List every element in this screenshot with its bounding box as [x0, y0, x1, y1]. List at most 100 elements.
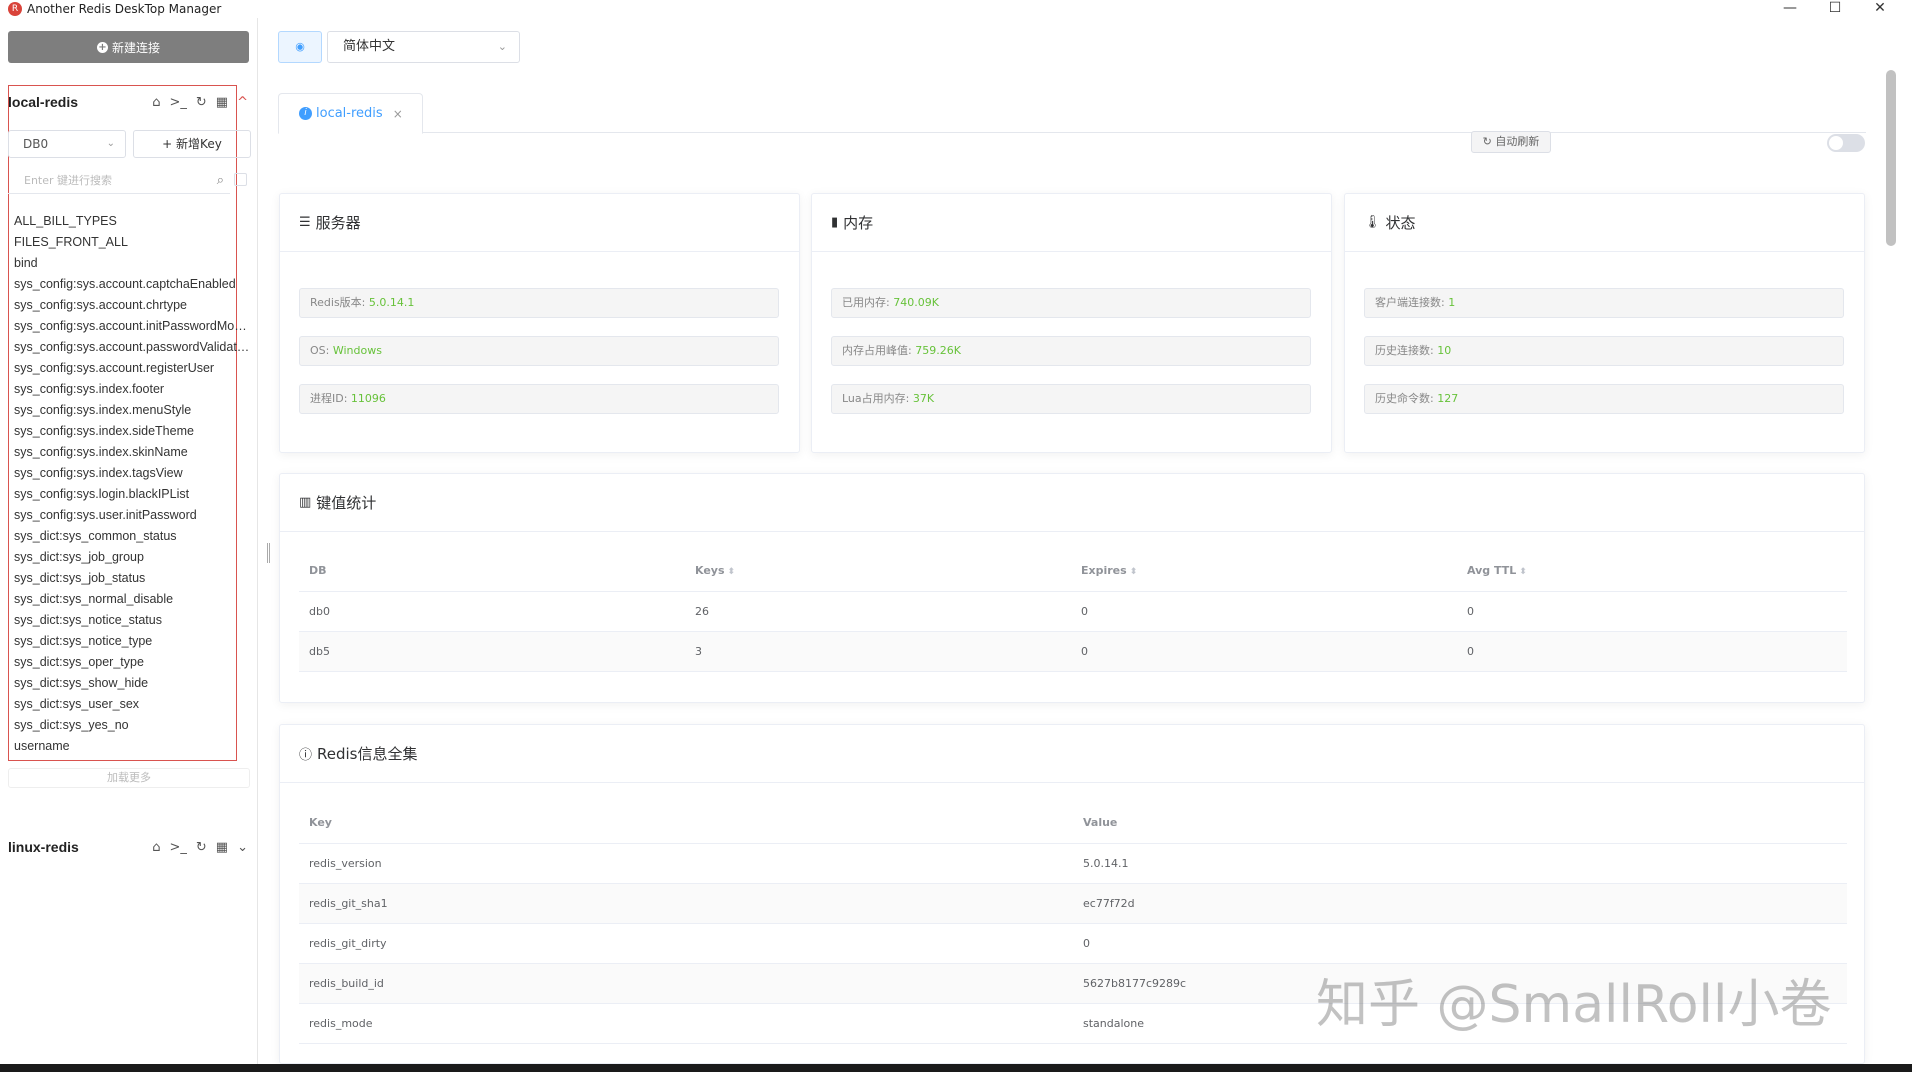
key-stats-card: ▥ 键值统计 DB Keys ⬍ Expires ⬍ Avg TTL ⬍ db0 26 — [279, 473, 1865, 703]
db-select[interactable]: DB0 ⌄ — [8, 130, 126, 158]
auto-refresh-toggle[interactable] — [1827, 134, 1865, 152]
key-list-item[interactable]: ALL_BILL_TYPES — [14, 211, 250, 232]
stat-label: 进程ID: — [310, 392, 351, 405]
key-list-item[interactable]: FILES_FRONT_ALL — [14, 232, 250, 253]
table-cell: 0 — [1071, 631, 1457, 672]
stat-value: 10 — [1437, 344, 1452, 357]
info-icon: i — [299, 107, 312, 120]
stat-label: Redis版本: — [310, 296, 369, 309]
table-cell: 3 — [685, 631, 1071, 672]
key-list-item[interactable]: sys_config:sys.index.footer — [14, 379, 250, 400]
table-cell: 0 — [1457, 631, 1847, 672]
refresh-icon: ↻ — [1482, 135, 1496, 148]
table-cell: db5 — [299, 631, 685, 672]
sort-icon[interactable]: ⬍ — [728, 567, 736, 577]
key-list-item[interactable]: sys_config:sys.index.menuStyle — [14, 400, 250, 421]
key-list-item[interactable]: sys_config:sys.account.passwordValidateD… — [14, 337, 250, 358]
key-list-item[interactable]: sys_config:sys.account.chrtype — [14, 295, 250, 316]
connection-name: linux-redis — [8, 839, 79, 855]
redis-info-title: Redis信息全集 — [317, 745, 418, 763]
maximize-button[interactable]: ☐ — [1815, 0, 1855, 18]
column-header-db[interactable]: DB — [299, 551, 685, 592]
chevron-down-icon[interactable]: ⌄ — [237, 840, 248, 855]
home-icon[interactable]: ⌂ — [152, 95, 160, 110]
home-icon[interactable]: ⌂ — [152, 840, 160, 855]
connection-header-local-redis[interactable]: local-redis ⌂ >_ ↻ ▦ ^ — [8, 90, 250, 114]
key-list-item[interactable]: sys_dict:sys_normal_disable — [14, 589, 250, 610]
sort-icon[interactable]: ⬍ — [1519, 567, 1527, 577]
column-header-keys[interactable]: Keys ⬍ — [685, 551, 1071, 592]
key-list-item[interactable]: sys_config:sys.account.registerUser — [14, 358, 250, 379]
grid-icon[interactable]: ▦ — [216, 95, 228, 110]
table-cell: 0 — [1071, 591, 1457, 632]
key-list-item[interactable]: sys_config:sys.login.blackIPList — [14, 484, 250, 505]
chevron-up-icon[interactable]: ^ — [237, 95, 248, 110]
close-window-button[interactable]: ✕ — [1860, 0, 1900, 18]
new-connection-button[interactable]: + 新建连接 — [8, 31, 249, 63]
column-header-expires[interactable]: Expires ⬍ — [1071, 551, 1457, 592]
key-list-item[interactable]: sys_dict:sys_notice_type — [14, 631, 250, 652]
tab-label: local-redis — [316, 106, 383, 121]
key-list-item[interactable]: sys_dict:sys_job_status — [14, 568, 250, 589]
key-list-item[interactable]: sys_config:sys.account.captchaEnabled — [14, 274, 250, 295]
key-list-item[interactable]: sys_dict:sys_user_sex — [14, 694, 250, 715]
table-row: redis_git_dirty 0 — [299, 923, 1847, 964]
key-list-item[interactable]: sys_config:sys.index.skinName — [14, 442, 250, 463]
stat-label: 内存占用峰值: — [842, 344, 916, 357]
grid-icon[interactable]: ▦ — [216, 840, 228, 855]
key-list-item[interactable]: sys_dict:sys_yes_no — [14, 715, 250, 736]
app-logo-icon: R — [8, 2, 22, 16]
plus-icon: + — [96, 41, 108, 53]
status-title: 状态 — [1385, 214, 1416, 232]
refresh-icon[interactable]: ↻ — [196, 95, 207, 110]
table-cell: redis_build_id — [299, 963, 1073, 1004]
main-scrollbar[interactable] — [1886, 70, 1896, 246]
stat-value: Windows — [332, 344, 382, 357]
table-cell: 0 — [1457, 591, 1847, 632]
key-list-item[interactable]: sys_dict:sys_oper_type — [14, 652, 250, 673]
key-list-item[interactable]: sys_dict:sys_job_group — [14, 547, 250, 568]
key-list-item[interactable]: bind — [14, 253, 250, 274]
key-search-input[interactable]: Enter 键进行搜索 ⌕ — [8, 168, 230, 194]
key-list-item[interactable]: username — [14, 736, 250, 757]
thermometer-icon: 🌡 — [1364, 215, 1381, 230]
key-stats-table: DB Keys ⬍ Expires ⬍ Avg TTL ⬍ db0 26 0 0 db… — [299, 551, 1847, 672]
tab-local-redis[interactable]: i local-redis × — [278, 93, 423, 134]
server-stat-pid: 进程ID: 11096 — [299, 384, 779, 414]
terminal-icon[interactable]: >_ — [169, 840, 186, 855]
sort-icon[interactable]: ⬍ — [1130, 567, 1138, 577]
minimize-button[interactable]: — — [1770, 0, 1810, 18]
memory-stat-used: 已用内存: 740.09K — [831, 288, 1311, 318]
stat-label: 已用内存: — [842, 296, 894, 309]
key-list-item[interactable]: sys_dict:sys_common_status — [14, 526, 250, 547]
key-list-item[interactable]: sys_dict:sys_show_hide — [14, 673, 250, 694]
refresh-icon[interactable]: ↻ — [196, 840, 207, 855]
column-header-avg-ttl[interactable]: Avg TTL ⬍ — [1457, 551, 1847, 592]
column-header-value: Value — [1073, 803, 1847, 844]
stat-label: 历史连接数: — [1375, 344, 1438, 357]
key-list: ALL_BILL_TYPES FILES_FRONT_ALL bind sys_con… — [14, 211, 250, 757]
exact-search-checkbox[interactable] — [234, 173, 247, 186]
new-key-button[interactable]: + 新增Key — [133, 130, 251, 158]
terminal-icon[interactable]: >_ — [169, 95, 186, 110]
load-more-button[interactable]: 加载更多 — [8, 768, 250, 788]
language-select[interactable]: 简体中文 ⌄ — [327, 31, 520, 63]
watermark-text: 知乎 @SmallRoll小卷 — [1316, 975, 1832, 1035]
key-list-item[interactable]: sys_config:sys.index.sideTheme — [14, 421, 250, 442]
stat-value: 759.26K — [915, 344, 961, 357]
key-list-item[interactable]: sys_config:sys.user.initPassword — [14, 505, 250, 526]
auto-refresh-button[interactable]: ↻ 自动刷新 — [1471, 131, 1551, 153]
key-list-item[interactable]: sys_dict:sys_notice_status — [14, 610, 250, 631]
key-list-item[interactable]: sys_config:sys.index.tagsView — [14, 463, 250, 484]
connection-header-linux-redis[interactable]: linux-redis ⌂ >_ ↻ ▦ ⌄ — [8, 835, 250, 859]
table-cell: db0 — [299, 591, 685, 632]
key-list-item[interactable]: sys_config:sys.account.initPasswordModif… — [14, 316, 250, 337]
theme-toggle-button[interactable]: ◉ — [278, 31, 322, 63]
close-tab-icon[interactable]: × — [393, 107, 403, 121]
column-header-key: Key — [299, 803, 1073, 844]
search-icon[interactable]: ⌕ — [217, 168, 224, 194]
server-stat-version: Redis版本: 5.0.14.1 — [299, 288, 779, 318]
status-stat-clients: 客户端连接数: 1 — [1364, 288, 1844, 318]
stat-value: 127 — [1437, 392, 1459, 405]
connection-name: local-redis — [8, 94, 79, 110]
